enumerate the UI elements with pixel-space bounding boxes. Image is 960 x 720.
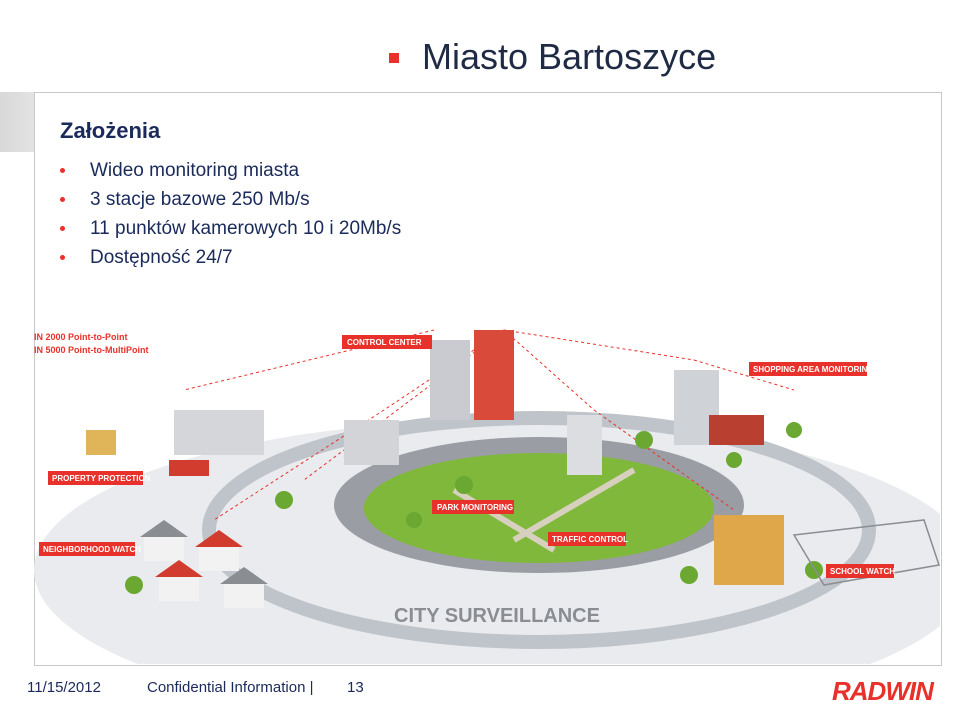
radwin-logo: RADWIN xyxy=(832,676,934,706)
bullet-dot-icon xyxy=(60,255,65,260)
slide-title: Miasto Bartoszyce xyxy=(422,36,717,77)
title-bullet-square xyxy=(389,53,399,63)
section-heading: Założenia xyxy=(60,118,161,143)
building xyxy=(344,420,399,465)
bullet-text: Dostępność 24/7 xyxy=(90,247,233,268)
truck xyxy=(169,460,209,476)
label-park: PARK MONITORING xyxy=(437,503,513,512)
bullet-item: 3 stacje bazowe 250 Mb/s xyxy=(60,189,401,218)
bullet-dot-icon xyxy=(60,168,65,173)
bullet-list: Wideo monitoring miasta 3 stacje bazowe … xyxy=(60,160,401,276)
label-property: PROPERTY PROTECTION xyxy=(52,474,151,483)
bullet-item: Dostępność 24/7 xyxy=(60,247,401,276)
page-number: 13 xyxy=(347,679,364,696)
bullet-dot-icon xyxy=(60,197,65,202)
legend-ptp: IN 2000 Point-to-Point xyxy=(34,332,128,342)
label-traffic: TRAFFIC CONTROL xyxy=(552,535,628,544)
bullet-text: 11 punktów kamerowych 10 i 20Mb/s xyxy=(90,218,402,239)
legend-ptmp: IN 5000 Point-to-MultiPoint xyxy=(34,345,149,355)
central-park xyxy=(364,453,714,563)
label-school: SCHOOL WATCH xyxy=(830,567,895,576)
footer-confidential: Confidential Information | xyxy=(147,679,314,696)
school-building xyxy=(714,515,784,585)
bullet-item: Wideo monitoring miasta xyxy=(60,160,401,189)
control-tower xyxy=(474,330,514,420)
footer-date: 11/15/2012 xyxy=(27,679,101,696)
warehouse xyxy=(174,410,264,455)
label-neighborhood: NEIGHBORHOOD WATCH xyxy=(43,545,141,554)
crates xyxy=(86,430,116,455)
tower-building xyxy=(430,340,470,420)
building xyxy=(567,415,602,475)
bullet-text: 3 stacje bazowe 250 Mb/s xyxy=(90,189,310,210)
caption-city-surveillance: CITY SURVEILLANCE xyxy=(394,605,600,627)
bullet-dot-icon xyxy=(60,226,65,231)
shop-building xyxy=(709,415,764,445)
bullet-item: 11 punktów kamerowych 10 i 20Mb/s xyxy=(60,218,401,247)
bullet-text: Wideo monitoring miasta xyxy=(90,160,300,181)
label-control-center: CONTROL CENTER xyxy=(347,338,422,347)
city-surveillance-illustration: IN 2000 Point-to-Point IN 5000 Point-to-… xyxy=(34,329,940,664)
label-shopping: SHOPPING AREA MONITORING xyxy=(753,365,874,374)
